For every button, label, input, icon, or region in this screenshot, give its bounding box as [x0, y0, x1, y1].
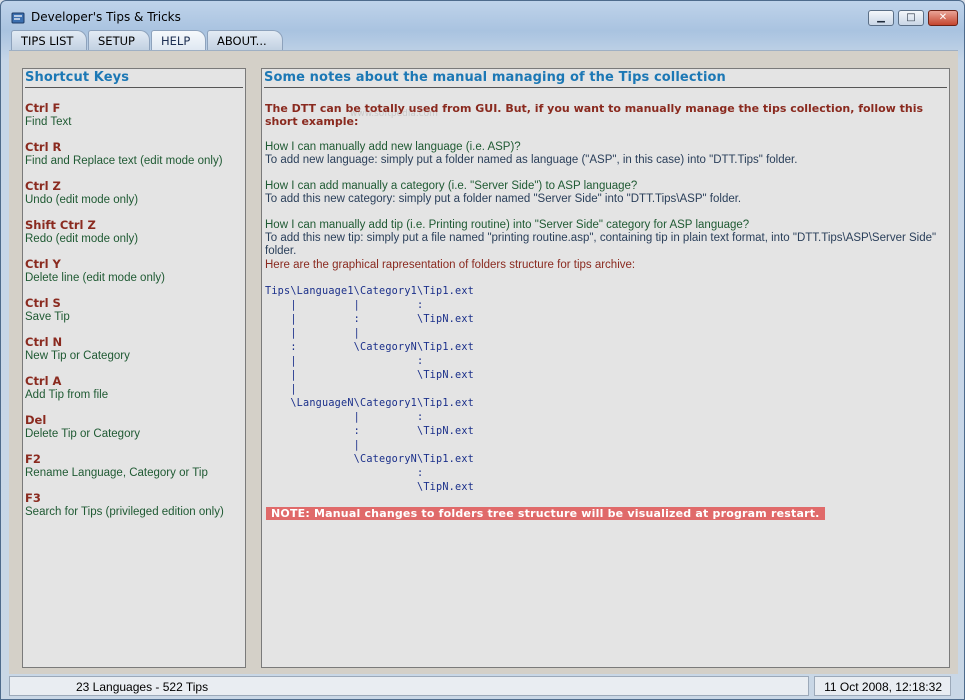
shortcut-key: Ctrl N	[25, 335, 63, 349]
shortcut-desc: Find and Replace text (edit mode only)	[25, 155, 223, 167]
shortcut-desc: Find Text	[25, 116, 72, 128]
window-title: Developer's Tips & Tricks	[31, 10, 181, 24]
minimize-button[interactable]: ▁	[868, 10, 894, 26]
shortcut-desc: Delete Tip or Category	[25, 428, 141, 440]
maximize-button[interactable]: □	[898, 10, 924, 26]
tab-label: TIPS LIST	[21, 34, 74, 48]
answer: To add this new tip: simply put a file n…	[265, 232, 937, 257]
tab-label: SETUP	[98, 34, 135, 48]
restart-note: NOTE: Manual changes to folders tree str…	[266, 507, 825, 520]
shortcut-item: Ctrl F Find Text	[25, 102, 240, 141]
shortcut-key: Ctrl Z	[25, 179, 61, 193]
close-button[interactable]: ✕	[928, 10, 958, 26]
qa-block: How I can manually add new language (i.e…	[265, 141, 945, 167]
maximize-icon: □	[906, 12, 916, 23]
tab-tips-list[interactable]: TIPS LIST	[11, 30, 87, 50]
shortcut-item: Ctrl A Add Tip from file	[25, 375, 240, 414]
shortcut-key: Shift Ctrl Z	[25, 218, 96, 232]
shortcut-desc: Delete line (edit mode only)	[25, 272, 165, 284]
question: How I can manually add tip (i.e. Printin…	[265, 219, 750, 231]
qa-block: How I can add manually a category (i.e. …	[265, 180, 945, 206]
manual-notes-pane: Some notes about the manual managing of …	[261, 68, 950, 668]
manual-notes-title: Some notes about the manual managing of …	[264, 70, 947, 88]
shortcut-desc: New Tip or Category	[25, 350, 130, 362]
shortcut-key: F3	[25, 491, 41, 505]
tab-help[interactable]: HELP	[151, 30, 206, 50]
shortcut-key: Ctrl S	[25, 296, 61, 310]
tree-caption: Here are the graphical rapresentation of…	[265, 259, 636, 271]
close-icon: ✕	[938, 12, 948, 23]
shortcut-list: Ctrl F Find Text Ctrl R Find and Replace t…	[25, 102, 240, 531]
shortcut-key: F2	[25, 452, 41, 466]
shortcut-item: Ctrl N New Tip or Category	[25, 336, 240, 375]
tab-about[interactable]: ABOUT...	[207, 30, 283, 50]
app-icon	[11, 10, 25, 24]
status-bar: 23 Languages - 522 Tips 11 Oct 2008, 12:…	[9, 674, 958, 698]
shortcut-item: Ctrl S Save Tip	[25, 297, 240, 336]
shortcut-desc: Add Tip from file	[25, 389, 109, 401]
shortcut-desc: Redo (edit mode only)	[25, 233, 139, 245]
question: How I can add manually a category (i.e. …	[265, 180, 638, 192]
shortcut-key: Ctrl Y	[25, 257, 61, 271]
main-window: Developer's Tips & Tricks ▁ □ ✕ TIPS LIS…	[0, 0, 965, 700]
shortcut-desc: Undo (edit mode only)	[25, 194, 139, 206]
qa-block: How I can manually add tip (i.e. Printin…	[265, 219, 945, 258]
shortcut-key: Del	[25, 413, 47, 427]
shortcut-key: Ctrl A	[25, 374, 62, 388]
shortcut-desc: Search for Tips (privileged edition only…	[25, 506, 224, 518]
minimize-icon: ▁	[877, 12, 885, 23]
shortcut-keys-title: Shortcut Keys	[25, 70, 243, 88]
help-panel: Shortcut Keys Ctrl F Find Text Ctrl R Find…	[9, 50, 958, 674]
shortcut-key: Ctrl R	[25, 140, 62, 154]
shortcut-keys-pane: Shortcut Keys Ctrl F Find Text Ctrl R Find…	[22, 68, 246, 668]
answer: To add new language: simply put a folder…	[265, 154, 798, 166]
status-summary: 23 Languages - 522 Tips	[9, 676, 809, 696]
shortcut-item: Shift Ctrl Z Redo (edit mode only)	[25, 219, 240, 258]
shortcut-item: F2 Rename Language, Category or Tip	[25, 453, 240, 492]
shortcut-desc: Save Tip	[25, 311, 70, 323]
title-bar[interactable]: Developer's Tips & Tricks ▁ □ ✕	[1, 1, 964, 31]
shortcut-item: Ctrl Z Undo (edit mode only)	[25, 180, 240, 219]
intro-text: The DTT can be totally used from GUI. Bu…	[265, 102, 924, 128]
folder-tree-diagram: Tips\Language1\Category1\Tip1.ext | | : …	[265, 286, 475, 493]
tab-setup[interactable]: SETUP	[88, 30, 150, 50]
tab-label: ABOUT...	[217, 34, 267, 48]
shortcut-item: Del Delete Tip or Category	[25, 414, 240, 453]
question: How I can manually add new language (i.e…	[265, 141, 521, 153]
shortcut-item: Ctrl R Find and Replace text (edit mode o…	[25, 141, 240, 180]
shortcut-item: F3 Search for Tips (privileged edition on…	[25, 492, 240, 531]
shortcut-desc: Rename Language, Category or Tip	[25, 467, 208, 479]
tab-label: HELP	[161, 34, 191, 48]
shortcut-key: Ctrl F	[25, 101, 61, 115]
answer: To add this new category: simply put a f…	[265, 193, 742, 205]
shortcut-item: Ctrl Y Delete line (edit mode only)	[25, 258, 240, 297]
status-datetime: 11 Oct 2008, 12:18:32	[814, 676, 951, 696]
